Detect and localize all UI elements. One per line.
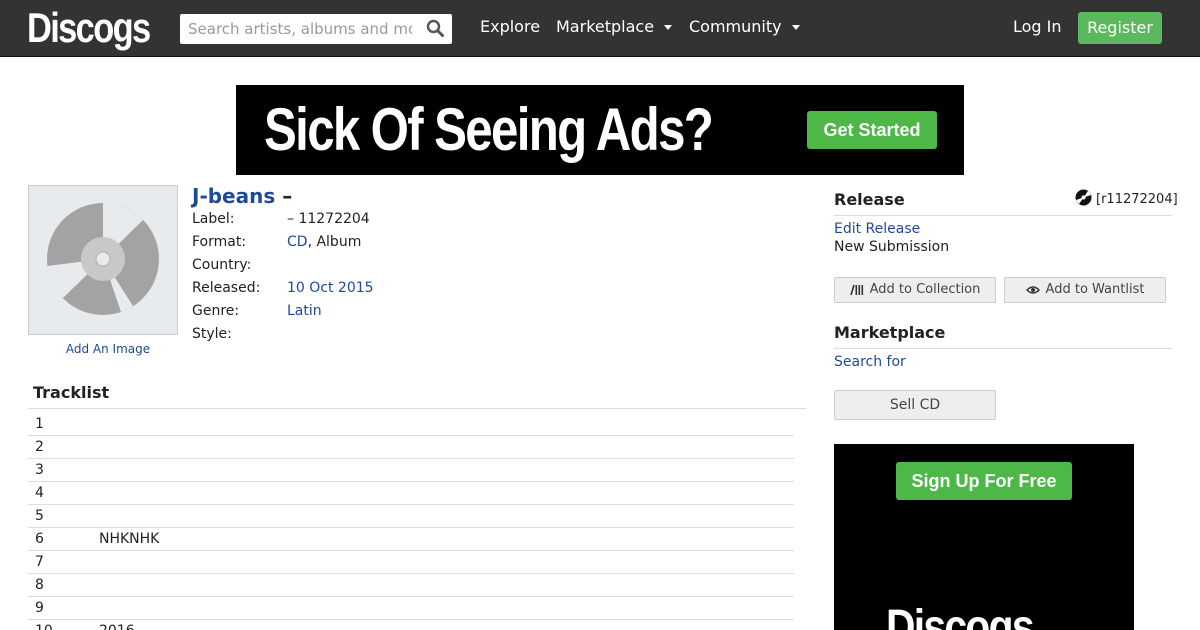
release-profile: Label: – 11272204 Format: CD, Album Countr… <box>192 210 374 348</box>
table-row: 4 <box>28 482 794 505</box>
release-title: J-beans – <box>192 184 292 208</box>
search-input[interactable] <box>180 14 420 44</box>
add-image-link[interactable]: Add An Image <box>28 342 188 356</box>
tracklist-table: 1 2 3 4 5 6 NHKNHK 7 8 9 10 2016 <box>28 413 794 630</box>
chevron-down-icon <box>791 25 800 30</box>
eye-icon <box>1025 285 1040 294</box>
table-row: 6 NHKNHK <box>28 528 794 551</box>
disc-icon <box>47 203 159 315</box>
format-rest: , Album <box>307 234 362 250</box>
table-row: 1 <box>28 413 794 436</box>
title-suffix: – <box>282 184 293 208</box>
add-to-wantlist-button[interactable]: Add to Wantlist <box>1004 277 1166 303</box>
vinyl-icon <box>1075 189 1092 210</box>
track-position: 1 <box>35 416 44 432</box>
table-row: 5 <box>28 505 794 528</box>
table-row: 2 <box>28 436 794 459</box>
cover-placeholder[interactable] <box>28 185 178 335</box>
sell-cd-button[interactable]: Sell CD <box>834 390 996 420</box>
nav-community[interactable]: Community <box>689 17 800 37</box>
tracklist-heading: Tracklist <box>33 383 110 402</box>
track-position: 7 <box>35 554 44 570</box>
release-code[interactable]: [r11272204] <box>1075 189 1178 210</box>
marketplace-heading: Marketplace <box>834 323 946 342</box>
divider <box>28 408 806 409</box>
table-row: 9 <box>28 597 794 620</box>
ad-discogs-logo: Discogs <box>886 601 1035 630</box>
search-box <box>180 14 452 44</box>
nav-community-label: Community <box>689 17 782 36</box>
released-date-link[interactable]: 10 Oct 2015 <box>287 280 374 296</box>
format-label: Format: <box>192 234 247 250</box>
discogs-logo[interactable]: Discogs <box>27 6 151 50</box>
track-position: 3 <box>35 462 44 478</box>
table-row: 10 2016 <box>28 620 794 630</box>
style-label: Style: <box>192 326 232 342</box>
track-position: 2 <box>35 439 44 455</box>
search-for-link[interactable]: Search for <box>834 354 906 370</box>
released-label: Released: <box>192 280 261 296</box>
track-title: 2016 <box>99 620 135 630</box>
search-icon[interactable] <box>426 19 444 41</box>
divider <box>834 348 1172 349</box>
sign-up-button[interactable]: Sign Up For Free <box>896 462 1072 500</box>
release-code-text: [r11272204] <box>1096 192 1178 207</box>
track-position: 5 <box>35 508 44 524</box>
register-button[interactable]: Register <box>1078 12 1162 44</box>
get-started-button[interactable]: Get Started <box>807 111 937 149</box>
chevron-down-icon <box>664 25 673 30</box>
nav-marketplace-label: Marketplace <box>556 17 655 36</box>
add-to-collection-button[interactable]: Add to Collection <box>834 277 996 303</box>
track-position: 4 <box>35 485 44 501</box>
add-to-collection-label: Add to Collection <box>869 282 981 297</box>
artist-link[interactable]: J-beans <box>192 184 275 208</box>
genre-label: Genre: <box>192 303 240 319</box>
track-position: 9 <box>35 600 44 616</box>
top-navbar: Discogs Explore Marketplace Community Lo… <box>0 0 1200 57</box>
release-heading: Release <box>834 190 905 209</box>
country-label: Country: <box>192 257 252 273</box>
table-row: 3 <box>28 459 794 482</box>
ad-headline: Sick Of Seeing Ads? <box>264 96 714 163</box>
label-value: – 11272204 <box>287 211 370 227</box>
submission-status: New Submission <box>834 239 950 255</box>
table-row: 8 <box>28 574 794 597</box>
format-link[interactable]: CD <box>287 234 308 250</box>
edit-release-link[interactable]: Edit Release <box>834 221 920 237</box>
genre-link[interactable]: Latin <box>287 303 322 319</box>
track-position: 8 <box>35 577 44 593</box>
add-to-wantlist-label: Add to Wantlist <box>1045 282 1145 297</box>
nav-marketplace[interactable]: Marketplace <box>556 17 673 37</box>
track-position: 6 <box>35 531 44 547</box>
divider <box>834 215 1172 216</box>
sidebar-ad[interactable]: Sign Up For Free Discogs <box>834 444 1134 630</box>
track-position: 10 <box>35 620 53 630</box>
nav-explore[interactable]: Explore <box>480 17 540 37</box>
table-row: 7 <box>28 551 794 574</box>
ad-banner[interactable]: Sick Of Seeing Ads? Get Started <box>236 85 964 175</box>
collection-icon <box>849 284 863 295</box>
track-title: NHKNHK <box>99 531 160 547</box>
login-link[interactable]: Log In <box>1013 17 1062 37</box>
label-label: Label: <box>192 211 235 227</box>
